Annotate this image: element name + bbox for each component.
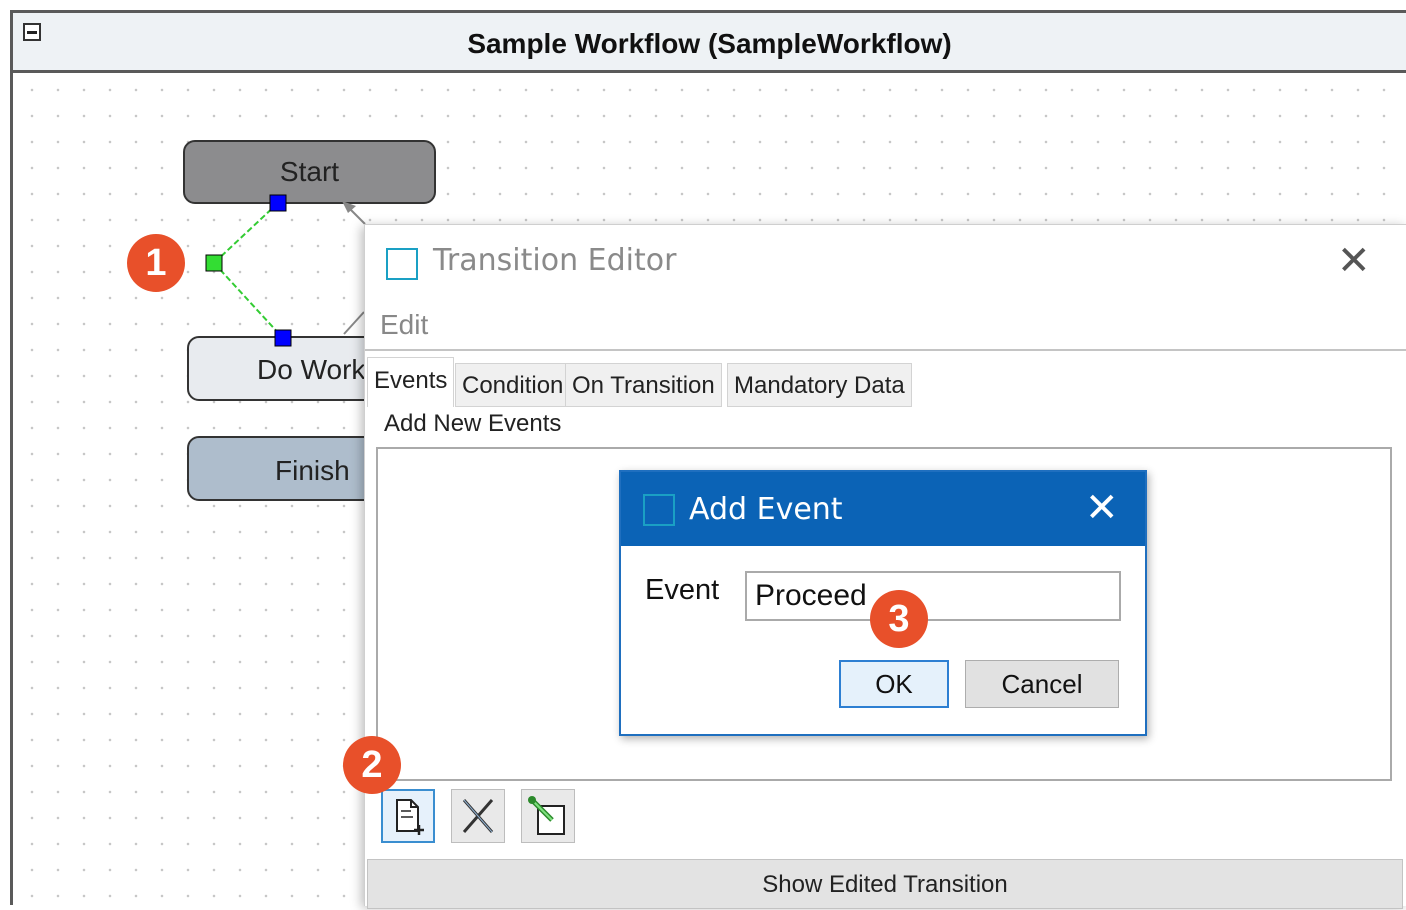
tab-on-transition[interactable]: On Transition <box>565 363 722 407</box>
menu-edit[interactable]: Edit <box>380 309 428 341</box>
tab-condition[interactable]: Condition <box>455 363 571 407</box>
new-event-button[interactable] <box>381 789 435 843</box>
new-event-icon <box>396 799 424 835</box>
close-icon[interactable]: ✕ <box>1337 241 1371 281</box>
transition-connector[interactable] <box>213 202 283 338</box>
dialog-title: Add Event <box>689 492 843 527</box>
show-edited-transition-button[interactable]: Show Edited Transition <box>367 859 1403 909</box>
callout-2: 2 <box>343 736 401 794</box>
callout-1: 1 <box>127 234 185 292</box>
side-arrow-line <box>343 311 365 335</box>
back-arrow-head <box>342 201 356 213</box>
close-icon[interactable]: ✕ <box>1085 488 1119 528</box>
delete-event-icon <box>462 799 494 833</box>
ok-button[interactable]: OK <box>839 660 949 708</box>
handle-bottom[interactable] <box>274 329 292 347</box>
edit-event-button[interactable] <box>521 789 575 843</box>
edit-event-icon <box>528 796 565 835</box>
section-label: Add New Events <box>384 410 562 437</box>
window-icon <box>643 494 675 526</box>
tab-mandatory-data[interactable]: Mandatory Data <box>727 363 912 407</box>
handle-mid[interactable] <box>205 254 223 272</box>
tab-events[interactable]: Events <box>367 357 455 407</box>
cancel-button[interactable]: Cancel <box>965 660 1119 708</box>
callout-3: 3 <box>870 590 928 648</box>
window-icon <box>386 248 418 280</box>
delete-event-button[interactable] <box>451 789 505 843</box>
handle-top[interactable] <box>269 194 287 212</box>
transition-editor-title: Transition Editor <box>433 243 677 278</box>
menu-bar <box>365 301 1406 351</box>
event-field-label: Event <box>645 574 720 606</box>
event-input[interactable] <box>745 571 1121 621</box>
